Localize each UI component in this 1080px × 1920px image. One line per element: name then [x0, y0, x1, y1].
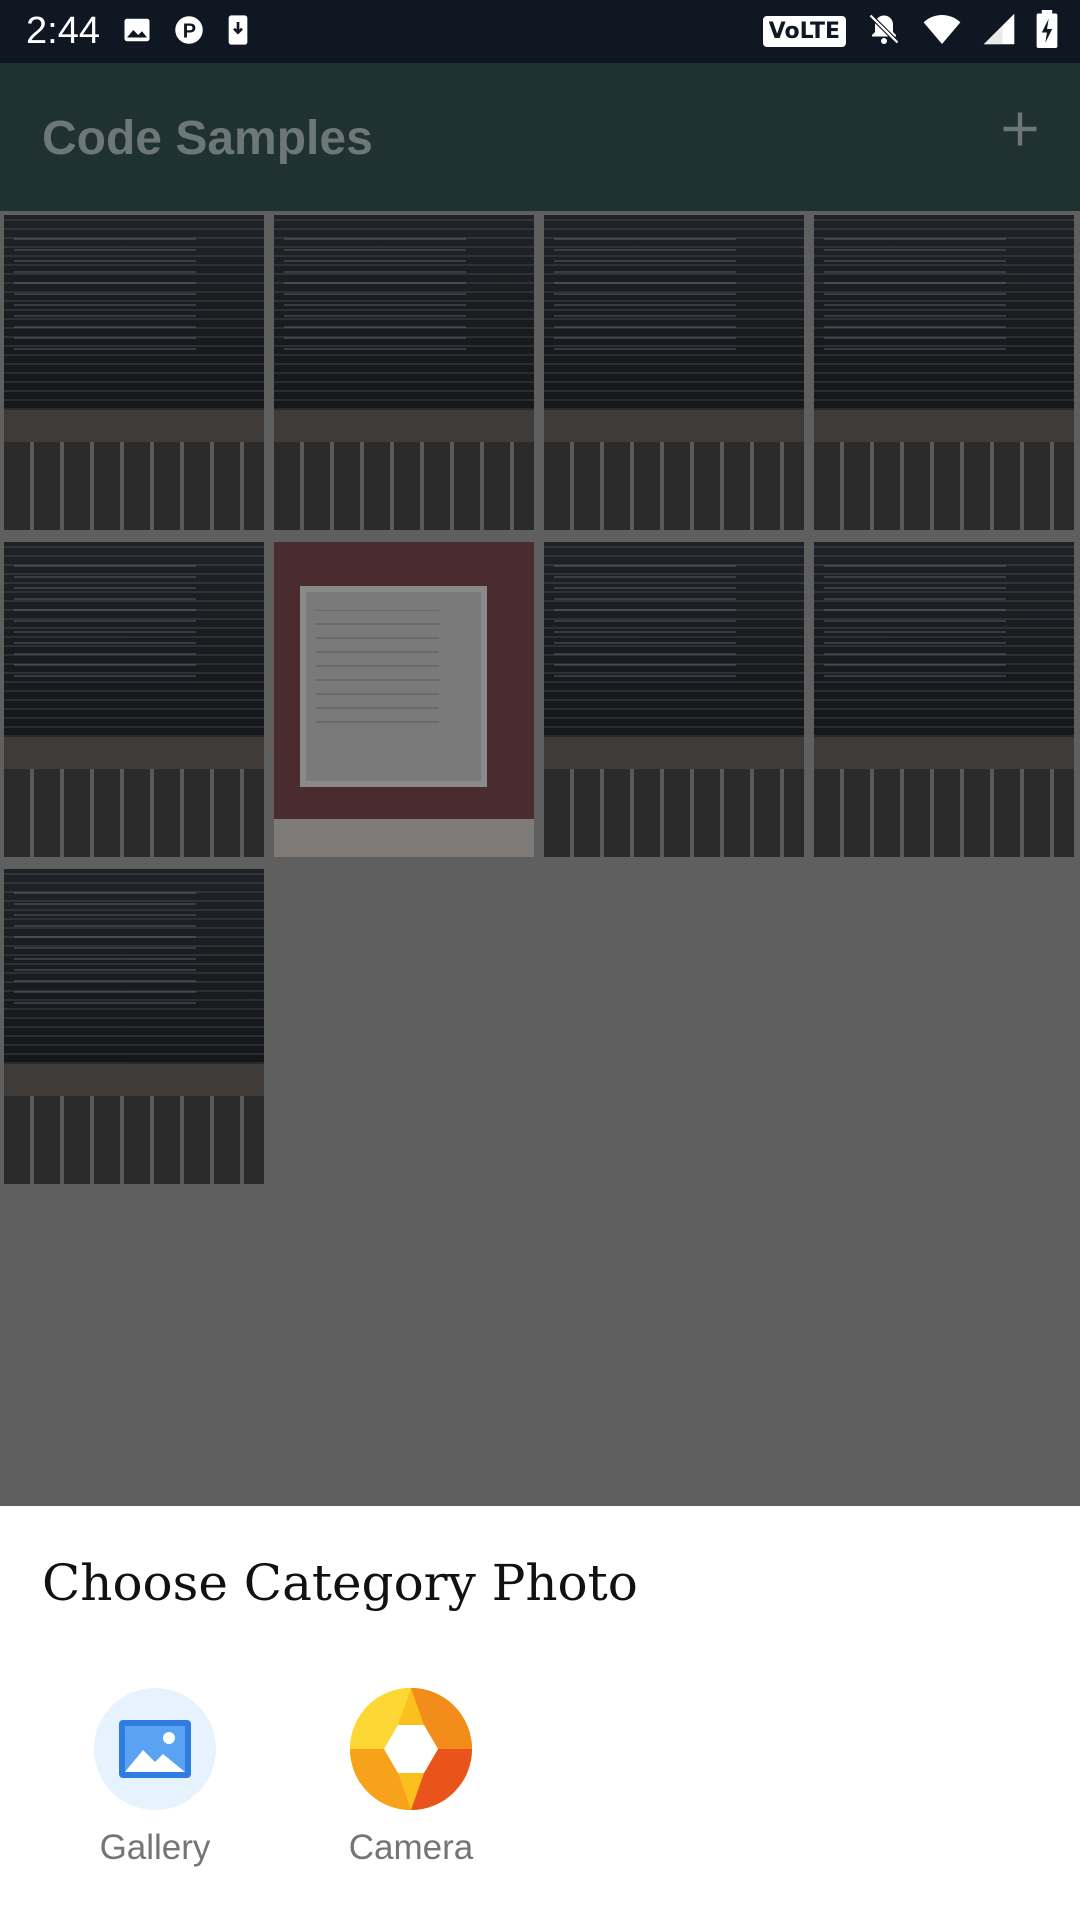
status-left-icons: P — [122, 14, 250, 51]
image-icon — [122, 15, 152, 50]
camera-option[interactable]: Camera — [331, 1688, 491, 1868]
grid-photo[interactable] — [274, 542, 534, 857]
grid-photo[interactable] — [544, 542, 804, 857]
grid-photo[interactable] — [4, 542, 264, 857]
download-icon — [226, 14, 250, 51]
camera-icon — [350, 1688, 472, 1810]
gallery-label: Gallery — [99, 1828, 211, 1867]
camera-label: Camera — [348, 1828, 474, 1867]
battery-icon — [1036, 10, 1058, 53]
grid-photo[interactable] — [814, 215, 1074, 530]
notifications-off-icon — [866, 11, 902, 52]
status-right-icons: VoLTE — [762, 10, 1058, 53]
bottom-sheet: Choose Category Photo Gallery Camera — [0, 1506, 1080, 1920]
gallery-icon — [94, 1688, 216, 1810]
sheet-title: Choose Category Photo — [42, 1554, 638, 1612]
page-title: Code Samples — [42, 112, 373, 165]
status-bar: 2:44 P VoLTE — [0, 0, 1080, 63]
grid-photo[interactable] — [544, 215, 804, 530]
p-app-icon: P — [174, 15, 204, 50]
grid-photo[interactable] — [4, 869, 264, 1184]
plus-icon — [1003, 112, 1037, 146]
volte-icon: VoLTE — [762, 16, 846, 47]
svg-text:P: P — [183, 21, 196, 43]
grid-photo[interactable] — [814, 542, 1074, 857]
status-time: 2:44 — [26, 10, 100, 52]
app-bar: Code Samples — [0, 63, 1080, 211]
add-button[interactable] — [992, 101, 1048, 157]
wifi-icon — [922, 12, 962, 51]
grid-photo[interactable] — [274, 215, 534, 530]
signal-icon — [982, 11, 1016, 52]
photo-grid — [4, 215, 1080, 1184]
gallery-option[interactable]: Gallery — [75, 1688, 235, 1868]
grid-photo[interactable] — [4, 215, 264, 530]
